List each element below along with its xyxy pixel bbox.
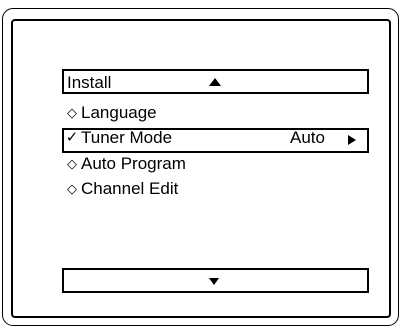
- menu-title: Install: [67, 73, 112, 92]
- diamond-icon: ◇: [67, 181, 77, 196]
- right-arrow-icon[interactable]: [348, 135, 356, 145]
- menu-footer: [62, 268, 369, 293]
- checkmark-icon: ✓: [65, 129, 79, 146]
- menu-list: ◇ Language ✓ Tuner Mode Auto ◇ Auto Prog…: [62, 103, 369, 204]
- menu-header: Install: [62, 69, 369, 94]
- menu-item-tuner-mode[interactable]: ✓ Tuner Mode Auto: [62, 128, 369, 153]
- menu-item-channel-edit[interactable]: ◇ Channel Edit: [62, 179, 369, 203]
- up-arrow-icon[interactable]: [209, 78, 221, 86]
- down-arrow-icon[interactable]: [209, 278, 219, 285]
- menu-item-auto-program[interactable]: ◇ Auto Program: [62, 154, 369, 178]
- menu-item-label: Language: [81, 103, 157, 122]
- diamond-icon: ◇: [67, 156, 77, 171]
- menu-item-label: Auto Program: [81, 154, 186, 173]
- menu-item-language[interactable]: ◇ Language: [62, 103, 369, 127]
- diamond-icon: ◇: [67, 105, 77, 120]
- menu-item-label: Tuner Mode: [81, 128, 173, 147]
- menu-item-label: Channel Edit: [81, 179, 179, 198]
- tuner-mode-value: Auto: [290, 128, 325, 147]
